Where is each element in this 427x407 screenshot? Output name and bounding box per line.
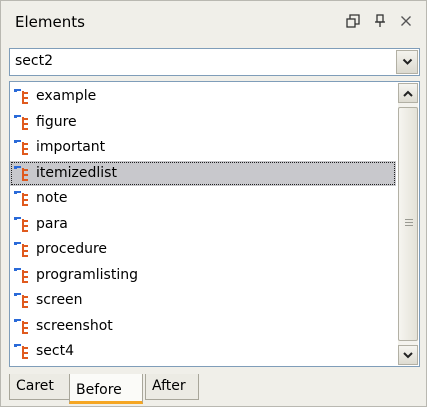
list-item[interactable]: sect4: [10, 339, 396, 365]
list-item-label: figure: [36, 113, 77, 130]
element-tree-icon: [14, 344, 32, 360]
element-tree-icon: [14, 114, 32, 131]
list-item-label: itemizedlist: [36, 164, 117, 181]
tab-after[interactable]: After: [145, 374, 199, 400]
element-tree-icon: [14, 267, 32, 284]
list-item[interactable]: note: [10, 186, 396, 212]
element-tree-icon: [14, 242, 32, 258]
panel-titlebar: Elements: [1, 1, 426, 45]
element-tree-icon: [14, 293, 32, 309]
element-tree-icon: [14, 216, 32, 233]
list-item[interactable]: programlisting: [10, 263, 396, 289]
scroll-down-icon[interactable]: [398, 345, 418, 365]
elements-list-rows: example figure important itemizedlist note pa…: [10, 84, 396, 365]
list-item-label: note: [36, 190, 68, 206]
list-item-label: screenshot: [36, 317, 113, 334]
list-item[interactable]: procedure: [10, 237, 396, 263]
list-item-label: important: [36, 139, 106, 155]
list-item-label: programlisting: [36, 266, 138, 283]
list-item[interactable]: screen: [10, 288, 396, 314]
elements-list[interactable]: example figure important itemizedlist note pa…: [9, 81, 420, 367]
tab-caret[interactable]: Caret: [9, 374, 71, 400]
element-tree-icon: [14, 318, 32, 335]
grip-icon: [405, 219, 413, 228]
elements-panel: Elements sect2 example figure important …: [0, 0, 427, 407]
list-item[interactable]: para: [10, 212, 396, 238]
element-tree-icon: [14, 140, 32, 156]
list-item-label: screen: [36, 292, 83, 308]
list-item-label: para: [36, 215, 68, 232]
scrollbar-thumb[interactable]: [398, 107, 418, 341]
element-context-combo[interactable]: sect2: [9, 48, 420, 76]
pin-icon[interactable]: [368, 9, 392, 33]
element-tree-icon: [14, 89, 32, 105]
list-item[interactable]: screenshot: [10, 314, 396, 340]
list-item[interactable]: itemizedlist: [10, 160, 396, 186]
list-item-label: sect4: [36, 343, 75, 359]
list-item[interactable]: example: [10, 84, 396, 110]
list-item[interactable]: important: [10, 135, 396, 161]
scroll-up-icon[interactable]: [398, 83, 418, 103]
list-item[interactable]: figure: [10, 110, 396, 136]
combo-value: sect2: [15, 53, 54, 69]
tab-before[interactable]: Before: [69, 374, 143, 404]
panel-title: Elements: [15, 13, 85, 31]
element-tree-icon: [14, 165, 32, 182]
restore-icon[interactable]: [341, 9, 365, 33]
element-tree-icon: [14, 191, 32, 207]
list-item-label: example: [36, 88, 97, 104]
vertical-scrollbar[interactable]: [398, 83, 418, 365]
close-icon[interactable]: [394, 9, 418, 33]
chevron-down-icon[interactable]: [396, 50, 418, 74]
list-item-label: procedure: [36, 241, 108, 257]
